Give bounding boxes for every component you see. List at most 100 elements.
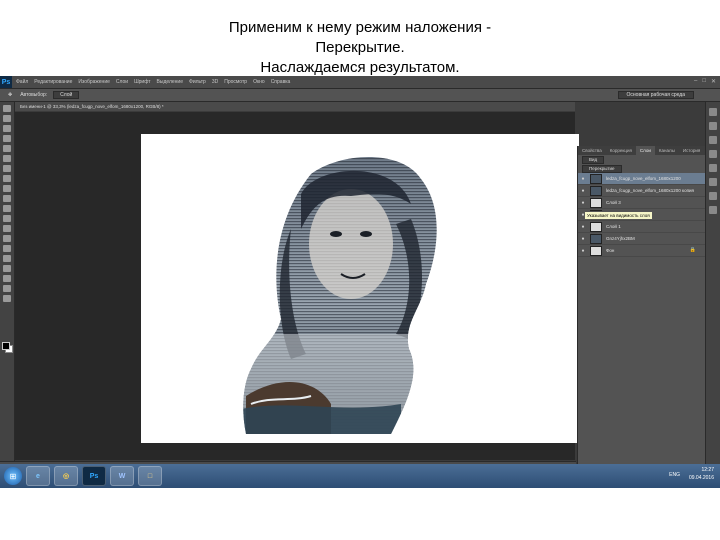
color-panel-icon[interactable]: [709, 108, 717, 116]
menu-3d[interactable]: 3D: [212, 79, 218, 85]
eraser-tool-icon[interactable]: [3, 205, 11, 212]
layer-row[interactable]: ● Фон 🔒: [578, 245, 706, 257]
menu-view[interactable]: Просмотр: [224, 79, 247, 85]
menu-select[interactable]: Выделение: [157, 79, 184, 85]
language-indicator[interactable]: ENG: [669, 472, 680, 478]
tab-layers[interactable]: Слои: [635, 146, 655, 155]
eye-icon[interactable]: ●: [580, 236, 586, 242]
marquee-tool-icon[interactable]: [3, 115, 11, 122]
blur-tool-icon[interactable]: [3, 225, 11, 232]
move-tool-icon[interactable]: ✥: [8, 92, 12, 98]
close-button[interactable]: ✕: [711, 78, 716, 85]
layer-kind-filter[interactable]: Вид: [582, 155, 605, 164]
blend-mode-row: Перекрытие: [578, 164, 706, 173]
tab-history[interactable]: История: [679, 146, 704, 155]
windows-taskbar: ⊞ e ◎ Ps W □ ENG 12:27 09.04.2016: [0, 464, 720, 488]
info-panel-icon[interactable]: [709, 192, 717, 200]
menu-window[interactable]: Окно: [253, 79, 265, 85]
navigator-panel-icon[interactable]: [709, 206, 717, 214]
document-tab-label: Без имени-1 @ 33,3% (ledza_fcugp_nove_el…: [20, 104, 164, 109]
window-controls: – □ ✕: [694, 78, 716, 85]
menu-filter[interactable]: Фильтр: [189, 79, 206, 85]
type-tool-icon[interactable]: [3, 255, 11, 262]
hand-tool-icon[interactable]: [3, 285, 11, 292]
photoshop-screenshot: Ps Файл Редактирование Изображение Слои …: [0, 76, 720, 488]
brush-panel-icon[interactable]: [709, 150, 717, 158]
character-panel-icon[interactable]: [709, 164, 717, 172]
styles-panel-icon[interactable]: [709, 136, 717, 144]
swatches-panel-icon[interactable]: [709, 122, 717, 130]
paragraph-panel-icon[interactable]: [709, 178, 717, 186]
layer-name: ledza_fcugp_nove_elfom_1680x1200 копия: [606, 188, 694, 193]
layer-row[interactable]: ● Gnz4Yjhx2BM: [578, 233, 706, 245]
layer-name: Слой 3: [606, 200, 621, 205]
shape-tool-icon[interactable]: [3, 275, 11, 282]
menu-edit[interactable]: Редактирование: [34, 79, 72, 85]
layer-thumbnail: [590, 173, 602, 184]
gradient-tool-icon[interactable]: [3, 215, 11, 222]
autoselect-dropdown[interactable]: Слой: [53, 91, 80, 99]
caption-line-2: Перекрытие.: [315, 39, 405, 56]
eye-icon[interactable]: ●: [580, 176, 586, 182]
menu-layers[interactable]: Слои: [116, 79, 128, 85]
clone-stamp-tool-icon[interactable]: [3, 185, 11, 192]
layer-filter-row: Вид: [578, 155, 706, 164]
toolbox: [0, 102, 15, 464]
caption-line-3: Наслаждаемся результатом.: [260, 59, 460, 76]
visibility-tooltip: Указывает на видимость слоя: [584, 211, 653, 220]
layer-name: Gnz4Yjhx2BM: [606, 236, 635, 241]
taskbar-ie-button[interactable]: e: [26, 466, 50, 486]
layer-row[interactable]: ● Слой 3: [578, 197, 706, 209]
clock-time: 12:27: [701, 467, 714, 473]
eye-icon[interactable]: ●: [580, 188, 586, 194]
layers-panel: Свойства Коррекция Слои Каналы История В…: [577, 146, 706, 464]
layer-row[interactable]: ● ledza_fcugp_nove_elfom_1680x1200: [578, 173, 706, 185]
minimize-button[interactable]: –: [694, 78, 697, 85]
menu-help[interactable]: Справка: [271, 79, 291, 85]
lasso-tool-icon[interactable]: [3, 125, 11, 132]
workspace-dropdown[interactable]: Основная рабочая среда: [617, 91, 694, 99]
tab-adjustments[interactable]: Коррекция: [606, 146, 636, 155]
zoom-tool-icon[interactable]: [3, 295, 11, 302]
taskbar-word-button[interactable]: W: [110, 466, 134, 486]
system-clock[interactable]: 12:27 09.04.2016: [689, 466, 714, 482]
pen-tool-icon[interactable]: [3, 245, 11, 252]
menu-image[interactable]: Изображение: [78, 79, 110, 85]
move-tool-icon[interactable]: [3, 105, 11, 112]
maximize-button[interactable]: □: [702, 78, 706, 85]
menu-type[interactable]: Шрифт: [134, 79, 150, 85]
layer-thumbnail: [590, 245, 602, 256]
document-tab[interactable]: Без имени-1 @ 33,3% (ledza_fcugp_nove_el…: [15, 102, 575, 111]
layer-thumbnail: [590, 197, 602, 208]
layer-row[interactable]: ● ledza_fcugp_nove_elfom_1680x1200 копия: [578, 185, 706, 197]
taskbar-photoshop-button[interactable]: Ps: [82, 466, 106, 486]
start-button[interactable]: ⊞: [4, 467, 22, 485]
panel-icon-strip: [705, 102, 720, 464]
layer-row[interactable]: ● Слой 1: [578, 221, 706, 233]
crop-tool-icon[interactable]: [3, 145, 11, 152]
layer-thumbnail: [590, 221, 602, 232]
document-canvas[interactable]: [141, 134, 579, 443]
eye-icon[interactable]: ●: [580, 200, 586, 206]
quick-select-tool-icon[interactable]: [3, 135, 11, 142]
foreground-color-swatch[interactable]: [2, 342, 10, 350]
eye-icon[interactable]: ●: [580, 224, 586, 230]
eyedropper-tool-icon[interactable]: [3, 155, 11, 162]
taskbar-chrome-button[interactable]: ◎: [54, 466, 78, 486]
healing-tool-icon[interactable]: [3, 165, 11, 172]
autoselect-checkbox[interactable]: Автовыбор:: [20, 92, 47, 98]
options-bar: ✥ Автовыбор: Слой Основная рабочая среда: [0, 89, 720, 102]
tab-properties[interactable]: Свойства: [578, 146, 606, 155]
menu-file[interactable]: Файл: [16, 79, 28, 85]
layer-name: Фон: [606, 248, 615, 253]
path-select-tool-icon[interactable]: [3, 265, 11, 272]
brush-tool-icon[interactable]: [3, 175, 11, 182]
clock-date: 09.04.2016: [688, 475, 714, 481]
blend-mode-dropdown[interactable]: Перекрытие: [582, 164, 622, 173]
tab-channels[interactable]: Каналы: [655, 146, 679, 155]
taskbar-explorer-button[interactable]: □: [138, 466, 162, 486]
dodge-tool-icon[interactable]: [3, 235, 11, 242]
history-brush-tool-icon[interactable]: [3, 195, 11, 202]
eye-icon[interactable]: ●: [580, 248, 586, 254]
canvas-area[interactable]: [15, 112, 579, 460]
